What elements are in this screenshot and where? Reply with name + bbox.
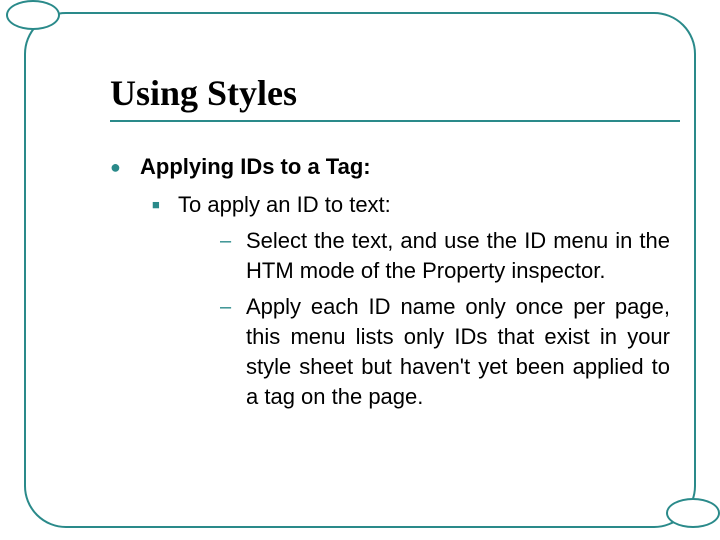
title-underline [110,120,680,122]
body-text: Select the text, and use the ID menu in … [246,226,670,286]
list-item-l2: ■ To apply an ID to text: [152,190,670,220]
bullet-dash-icon: – [220,226,246,286]
list-item-l3: – Apply each ID name only once per page,… [220,292,670,412]
body-text: Apply each ID name only once per page, t… [246,292,670,412]
heading-text: Applying IDs to a Tag: [140,152,371,182]
bullet-square-icon: ■ [152,190,178,220]
corner-decoration-bottom-right [666,498,720,528]
bullet-disc-icon: ● [110,152,140,182]
list-item-l1: ● Applying IDs to a Tag: [110,152,670,182]
subheading-text: To apply an ID to text: [178,190,391,220]
list-item-l3: – Select the text, and use the ID menu i… [220,226,670,286]
slide-body: ● Applying IDs to a Tag: ■ To apply an I… [110,152,670,412]
corner-decoration-top-left [6,0,60,30]
bullet-dash-icon: – [220,292,246,412]
slide-title: Using Styles [110,72,297,114]
